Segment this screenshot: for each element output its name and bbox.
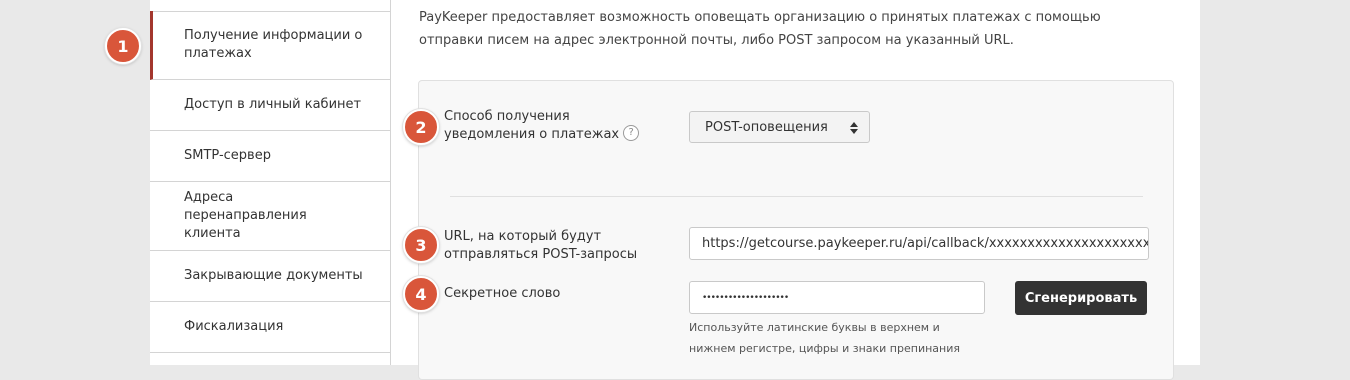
intro-text: PayKeeper предоставляет возможность опов…: [419, 10, 1101, 48]
notification-method-select[interactable]: POST-оповещения: [689, 111, 870, 143]
step-badge-4: 4: [403, 276, 439, 312]
sidebar-item-label: Закрывающие документы: [184, 268, 363, 283]
sidebar-item-smtp[interactable]: SMTP-сервер: [150, 131, 390, 182]
url-value: https://getcourse.paykeeper.ru/api/callb…: [702, 236, 1149, 251]
secret-hint: Используйте латинские буквы в верхнем и …: [689, 321, 960, 355]
select-arrows-icon: [850, 122, 858, 134]
secret-label: Секретное слово: [444, 286, 561, 301]
step-badge-3: 3: [403, 227, 439, 263]
sidebar-item-label: SMTP-сервер: [184, 148, 271, 163]
sidebar-item-label: Адреса перенаправления клиента: [184, 190, 307, 241]
sidebar-item-label: Фискализация: [184, 319, 284, 334]
sidebar-item-payment-info[interactable]: Получение информации о платежах: [150, 11, 390, 80]
sidebar-item-cabinet-access[interactable]: Доступ в личный кабинет: [150, 80, 390, 131]
sidebar-item-label: Получение информации о платежах: [184, 28, 363, 61]
settings-sidebar: Получение информации о платежах Доступ в…: [150, 0, 391, 365]
sidebar-item-label: Доступ в личный кабинет: [184, 97, 362, 112]
sidebar-item-redirect-addresses[interactable]: Адреса перенаправления клиента: [150, 182, 390, 251]
method-label: Способ получения уведомления о платежах?: [444, 108, 659, 144]
method-label-text: Способ получения уведомления о платежах: [444, 109, 620, 142]
sidebar-item-fiscalization[interactable]: Фискализация: [150, 302, 390, 353]
callback-url-input[interactable]: https://getcourse.paykeeper.ru/api/callb…: [689, 227, 1149, 260]
settings-page: Получение информации о платежах Доступ в…: [150, 0, 1200, 380]
url-label: URL, на который будут отправляться POST-…: [444, 229, 638, 262]
secret-value: ••••••••••••••••••••: [702, 292, 789, 303]
step-badge-1: 1: [105, 28, 141, 64]
sidebar-item-closing-documents[interactable]: Закрывающие документы: [150, 251, 390, 302]
section-divider: [450, 196, 1143, 197]
generate-button[interactable]: Сгенерировать: [1015, 281, 1147, 315]
secret-word-input[interactable]: ••••••••••••••••••••: [689, 281, 985, 314]
step-badge-2: 2: [403, 109, 439, 145]
help-icon[interactable]: ?: [623, 124, 640, 141]
select-value: POST-оповещения: [705, 119, 828, 135]
